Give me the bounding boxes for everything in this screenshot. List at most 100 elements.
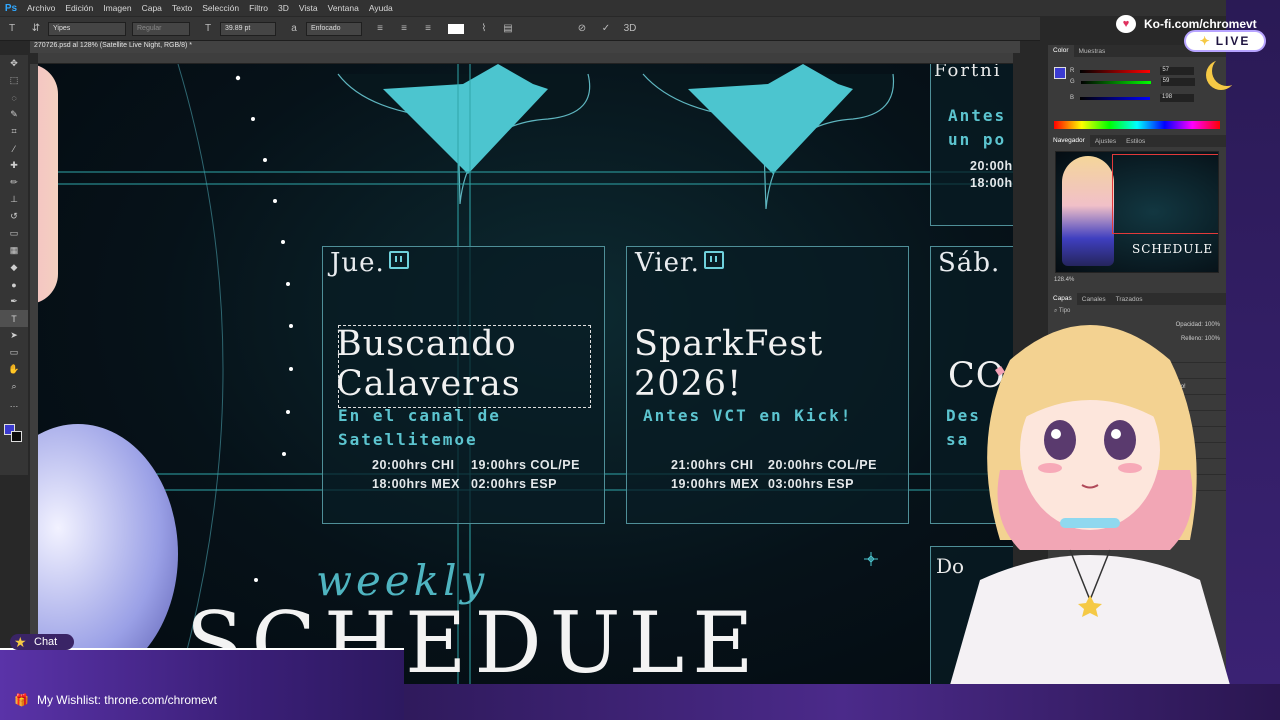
zoom-tool-icon[interactable]: ⌕ [0,378,28,395]
chat-label: ★ Chat [10,634,74,650]
live-text: LIVE [1215,34,1251,48]
eyedropper-icon[interactable]: ⁄ [0,140,28,157]
subtitle-line: Satellitemoe [338,430,478,449]
eraser-icon[interactable]: ▭ [0,225,28,242]
g-track[interactable] [1080,80,1151,84]
blur-tool-icon[interactable]: ◆ [0,259,28,276]
gradient-tool-icon[interactable]: ▦ [0,242,28,259]
warp-text-icon[interactable]: ⌇ [478,23,490,35]
view-rectangle[interactable] [1112,154,1218,234]
menu-seleccion[interactable]: Selección [197,3,244,13]
navigator-thumbnail[interactable]: SCHEDULE [1055,151,1219,273]
photoshop-logo: Ps [4,2,18,14]
color-spectrum[interactable] [1054,121,1220,129]
thumb-schedule-text: SCHEDULE [1132,242,1214,256]
font-size-field[interactable]: 39.89 pt [220,21,276,36]
subtitle-line: Antes VCT en Kick! [643,406,853,425]
time-colpe: 20:00hrs COL/PE [768,458,877,472]
crop-tool-icon[interactable]: ⌗ [0,123,28,140]
time-chi: 21:00hrs CHI [671,458,754,472]
navigator-tabs: Navegador Ajustes Estilos [1048,135,1226,147]
more-tools-icon[interactable]: … [0,395,28,412]
align-right-icon[interactable]: ≡ [422,23,434,35]
menu-edicion[interactable]: Edición [60,3,98,13]
text-bounding-box[interactable] [338,325,591,408]
menu-bar: Ps Archivo Edición Imagen Capa Texto Sel… [0,0,1226,16]
menu-capa[interactable]: Capa [137,3,167,13]
tab-swatches[interactable]: Muestras [1074,48,1111,55]
background-color[interactable] [11,431,22,442]
subtitle-line: Antes [948,106,1007,125]
menu-ventana[interactable]: Ventana [323,3,364,13]
tab-color[interactable]: Color [1048,45,1074,57]
chat-text: Chat [34,636,58,648]
antialias-icon: a [291,23,297,34]
text-orientation-icon[interactable]: ⇵ [30,23,42,35]
color-swatches[interactable] [4,424,24,444]
chat-panel [0,648,404,720]
menu-texto[interactable]: Texto [167,3,197,13]
fg-color-chip[interactable] [1054,67,1066,79]
tab-styles[interactable]: Estilos [1121,138,1150,145]
3d-icon[interactable]: 3D [624,23,637,35]
commit-check-icon[interactable]: ✓ [600,23,612,35]
menu-3d[interactable]: 3D [273,3,294,13]
twitch-icon [388,251,409,269]
align-left-icon[interactable]: ≡ [374,23,386,35]
quick-select-icon[interactable]: ✎ [0,106,28,123]
menu-filtro[interactable]: Filtro [244,3,273,13]
kofi-cup-icon: ♥ [1116,15,1136,33]
document-tab[interactable]: 270726.psd al 128% (Satellite Live Night… [30,41,1020,53]
b-track[interactable] [1080,96,1151,100]
card-title[interactable]: SparkFest 2026! [634,324,823,404]
kofi-text: Ko-fi.com/chromevt [1144,17,1257,31]
tab-adjustments[interactable]: Ajustes [1090,138,1121,145]
align-center-icon[interactable]: ≡ [398,23,410,35]
time-chi: 20:00hrs CHI [372,458,455,472]
b-value[interactable]: 198 [1160,94,1195,102]
card-day-label: Vier. [635,248,724,278]
path-select-icon[interactable]: ➤ [0,327,28,344]
card-day-label: Sáb. [938,248,1001,278]
time-esp: 02:00hrs ESP [471,477,557,491]
marquee-tool-icon[interactable]: ⬚ [0,72,28,89]
r-value[interactable]: 57 [1160,67,1195,75]
type-tool-icon[interactable]: T [6,23,18,35]
cancel-icon[interactable]: ⊘ [576,23,588,35]
menu-vista[interactable]: Vista [294,3,323,13]
history-brush-icon[interactable]: ↺ [0,208,28,225]
slider-r[interactable]: R 57 [1048,57,1226,75]
tools-panel: ✥ ⬚ ◌ ✎ ⌗ ⁄ ✚ ✏ ⊥ ↺ ▭ ▦ ◆ ● ✒ T ➤ ▭ ✋ ⌕ … [0,55,28,475]
brush-tool-icon[interactable]: ✏ [0,174,28,191]
menu-imagen[interactable]: Imagen [98,3,136,13]
lasso-tool-icon[interactable]: ◌ [0,89,28,106]
slider-g[interactable]: G 59 [1048,77,1226,87]
font-family-select[interactable]: Yipes [48,21,126,36]
ruler-left [30,64,38,684]
character-panel-icon[interactable]: ▤ [502,23,514,35]
slider-b[interactable]: B 198 [1048,93,1226,103]
healing-brush-icon[interactable]: ✚ [0,157,28,174]
menu-archivo[interactable]: Archivo [22,3,60,13]
document-canvas[interactable]: Jue. Buscando Calaveras En el canal de S… [38,64,1013,684]
pen-tool-icon[interactable]: ✒ [0,293,28,310]
character-art-hair [38,64,58,304]
font-style-select[interactable]: Regular [132,21,190,36]
r-label: R [1070,68,1075,74]
tab-navigator[interactable]: Navegador [1048,135,1090,147]
dodge-tool-icon[interactable]: ● [0,276,28,293]
time-mex: 18:00hrs MEX [372,477,460,491]
time-esp: 03:00hrs ESP [768,477,854,491]
clone-stamp-icon[interactable]: ⊥ [0,191,28,208]
text-color-swatch[interactable] [448,23,464,34]
hand-tool-icon[interactable]: ✋ [0,361,28,378]
move-tool-icon[interactable]: ✥ [0,55,28,72]
menu-ayuda[interactable]: Ayuda [364,3,398,13]
antialias-select[interactable]: Enfocado [306,21,362,36]
type-tool-icon-side[interactable]: T [0,310,28,327]
shape-tool-icon[interactable]: ▭ [0,344,28,361]
r-track[interactable] [1080,69,1151,73]
zoom-level[interactable]: 128.4% [1048,277,1226,289]
card-subtitle: Antes VCT en Kick! [643,404,852,428]
g-value[interactable]: 59 [1160,78,1195,86]
